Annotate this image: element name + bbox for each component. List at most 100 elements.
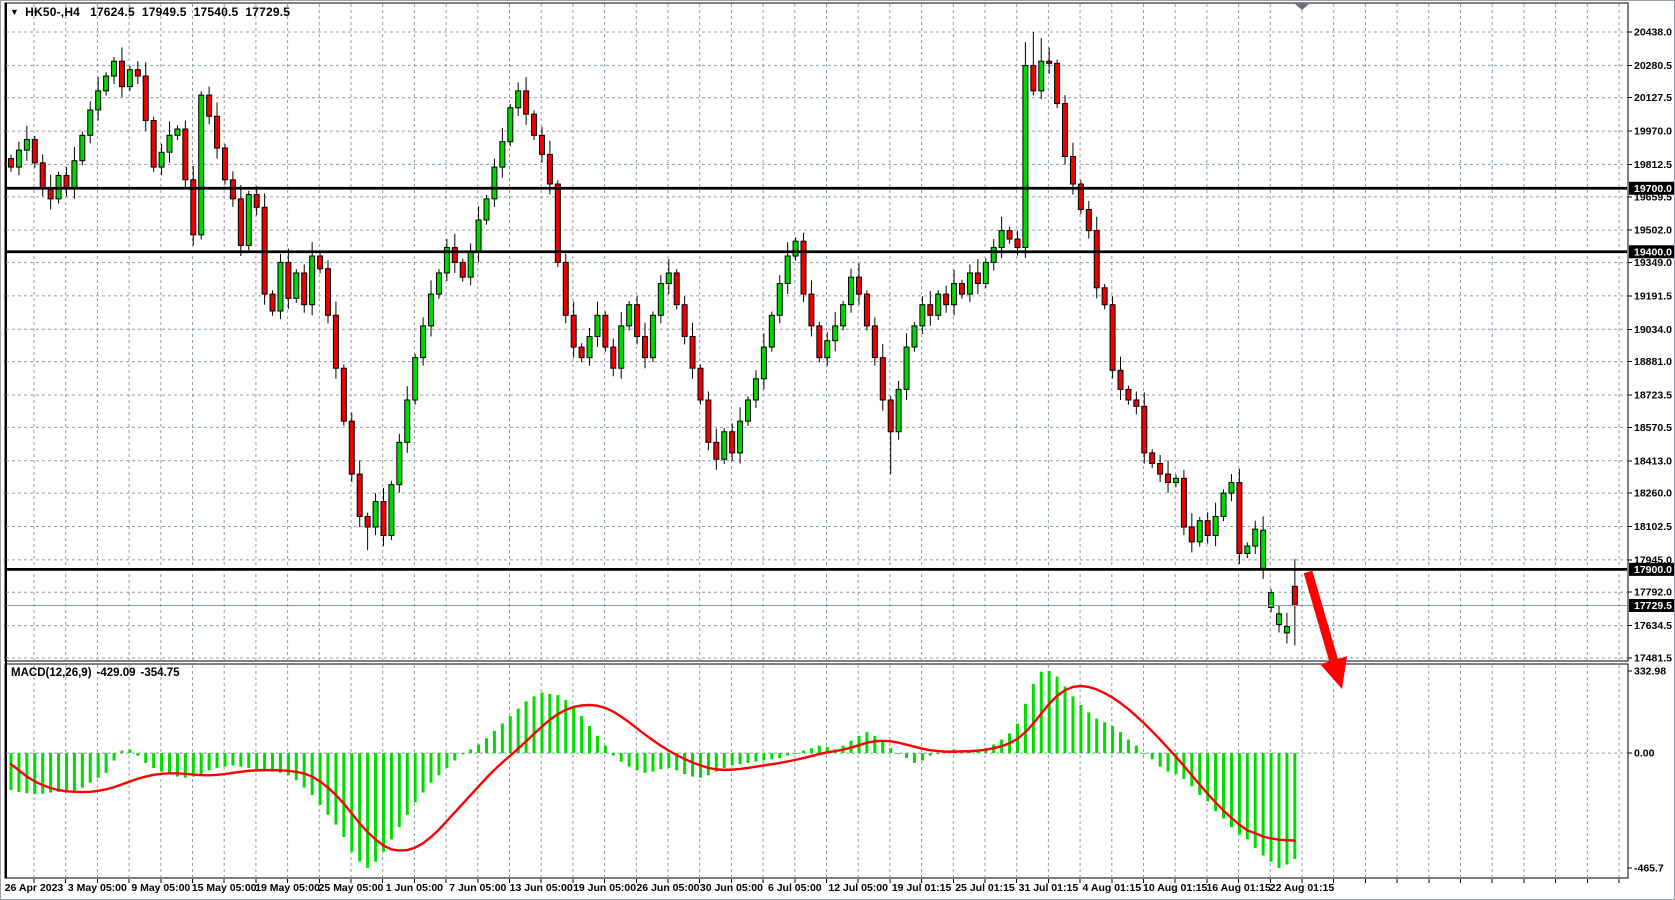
price-axis-label[interactable]: 18723.5 (1634, 390, 1672, 402)
time-axis-label[interactable]: 19 Jun 05:00 (573, 882, 636, 894)
bull-candle (650, 315, 655, 357)
bear-candle (809, 294, 814, 326)
time-axis-label[interactable]: 31 Jul 01:15 (1019, 882, 1079, 894)
bear-candle (801, 241, 806, 294)
macd-histogram-bar (1111, 726, 1114, 753)
macd-histogram-bar (889, 748, 892, 753)
time-axis-label[interactable]: 3 May 05:00 (68, 882, 127, 894)
macd-histogram-bar (913, 753, 916, 763)
macd-histogram-bar (120, 751, 123, 753)
time-axis-label[interactable]: 13 Jun 05:00 (510, 882, 573, 894)
time-axis-label[interactable]: 26 Jun 05:00 (636, 882, 699, 894)
bull-candle (841, 305, 846, 326)
bear-candle (888, 400, 893, 432)
bear-candle (1102, 288, 1107, 305)
macd-histogram-bar (216, 753, 219, 768)
bear-candle (1015, 239, 1020, 247)
bull-candle (96, 91, 101, 110)
macd-histogram-bar (1167, 753, 1170, 772)
time-axis-label[interactable]: 22 Aug 01:15 (1270, 882, 1335, 894)
macd-histogram-bar (794, 753, 797, 754)
macd-histogram-bar (469, 749, 472, 753)
macd-histogram-bar (651, 753, 654, 772)
bull-candle (294, 273, 299, 298)
symbol-dropdown-icon[interactable]: ▼ (10, 7, 19, 17)
time-axis-label[interactable]: 26 Apr 2023 (5, 882, 64, 894)
macd-histogram-bar (762, 753, 765, 760)
price-axis-label[interactable]: 18260.0 (1634, 488, 1672, 500)
macd-axis-label[interactable]: 0.00 (1634, 748, 1655, 760)
bear-candle (143, 76, 148, 120)
bear-candle (135, 70, 140, 76)
macd-histogram-bar (1151, 753, 1154, 759)
price-axis-label[interactable]: 18102.5 (1634, 521, 1672, 533)
macd-histogram-bar (342, 753, 345, 837)
time-axis-label[interactable]: 16 Aug 01:15 (1206, 882, 1271, 894)
bear-candle (1110, 305, 1115, 371)
bull-candle (436, 273, 441, 294)
macd-histogram-bar (382, 753, 385, 852)
bull-candle (967, 273, 972, 294)
price-axis-label[interactable]: 19812.5 (1634, 159, 1672, 171)
time-axis-label[interactable]: 9 May 05:00 (131, 882, 190, 894)
price-axis-label[interactable]: 18881.0 (1634, 356, 1672, 368)
macd-histogram-bar (1262, 753, 1265, 855)
bear-candle (1055, 63, 1060, 103)
macd-main-value: -429.09 (97, 667, 136, 679)
time-axis-label[interactable]: 7 Jun 05:00 (449, 882, 506, 894)
bull-candle (1197, 521, 1202, 542)
time-axis-label[interactable]: 19 May 05:00 (255, 882, 320, 894)
bear-candle (452, 248, 457, 263)
macd-axis-label[interactable]: -465.7 (1634, 862, 1664, 874)
macd-signal-value: -354.75 (141, 667, 180, 679)
time-axis-label[interactable]: 12 Jul 05:00 (828, 882, 888, 894)
time-axis-label[interactable]: 1 Jun 05:00 (386, 882, 443, 894)
macd-histogram-bar (485, 738, 488, 753)
price-axis-label[interactable]: 18570.5 (1634, 422, 1672, 434)
macd-histogram-bar (223, 753, 226, 767)
price-axis-label[interactable]: 19502.0 (1634, 225, 1672, 237)
price-axis-label[interactable]: 19970.0 (1634, 126, 1672, 138)
macd-histogram-bar (707, 753, 710, 775)
macd-histogram-bar (644, 753, 647, 773)
bear-candle (286, 262, 291, 298)
macd-histogram-bar (1246, 753, 1249, 839)
time-axis-label[interactable]: 25 May 05:00 (319, 882, 384, 894)
price-axis-label[interactable]: 17634.5 (1634, 620, 1672, 632)
macd-histogram-bar (509, 716, 512, 753)
chart-canvas[interactable]: 20438.020280.520127.519970.019812.519659… (1, 1, 1675, 900)
time-axis-label[interactable]: 6 Jul 05:00 (768, 882, 822, 894)
bear-candle (222, 148, 227, 180)
price-axis-label[interactable]: 20438.0 (1634, 27, 1672, 39)
price-axis-label[interactable]: 19191.5 (1634, 290, 1672, 302)
macd-axis-label[interactable]: 332.98 (1634, 665, 1666, 677)
time-axis-label[interactable]: 10 Aug 01:15 (1143, 882, 1208, 894)
bear-candle (872, 326, 877, 358)
time-axis-label[interactable]: 30 Jun 05:00 (700, 882, 763, 894)
macd-histogram-bar (770, 753, 773, 759)
bull-candle (904, 347, 909, 389)
time-axis-label[interactable]: 19 Jul 01:15 (892, 882, 952, 894)
bull-candle (492, 167, 497, 199)
bear-candle (1031, 65, 1036, 90)
price-axis-label[interactable]: 19034.0 (1634, 324, 1672, 336)
time-axis-label[interactable]: 4 Aug 01:15 (1083, 882, 1142, 894)
price-axis-label[interactable]: 18413.0 (1634, 455, 1672, 467)
price-axis-label[interactable]: 17481.5 (1634, 652, 1672, 664)
bear-candle (1047, 61, 1052, 63)
macd-histogram-bar (1270, 753, 1273, 862)
bull-candle (746, 400, 751, 421)
macd-histogram-bar (905, 753, 908, 758)
bear-candle (64, 176, 69, 189)
price-axis-label[interactable]: 19349.0 (1634, 257, 1672, 269)
bear-candle (563, 262, 568, 315)
price-axis-label[interactable]: 17792.0 (1634, 587, 1672, 599)
time-axis-label[interactable]: 25 Jul 01:15 (955, 882, 1015, 894)
bear-candle (698, 368, 703, 400)
time-axis-label[interactable]: 15 May 05:00 (192, 882, 257, 894)
price-axis-label[interactable]: 20280.5 (1634, 60, 1672, 72)
price-axis-label[interactable]: 20127.5 (1634, 92, 1672, 104)
bull-candle (88, 110, 93, 135)
macd-histogram-bar (263, 753, 266, 770)
macd-histogram-bar (334, 753, 337, 825)
